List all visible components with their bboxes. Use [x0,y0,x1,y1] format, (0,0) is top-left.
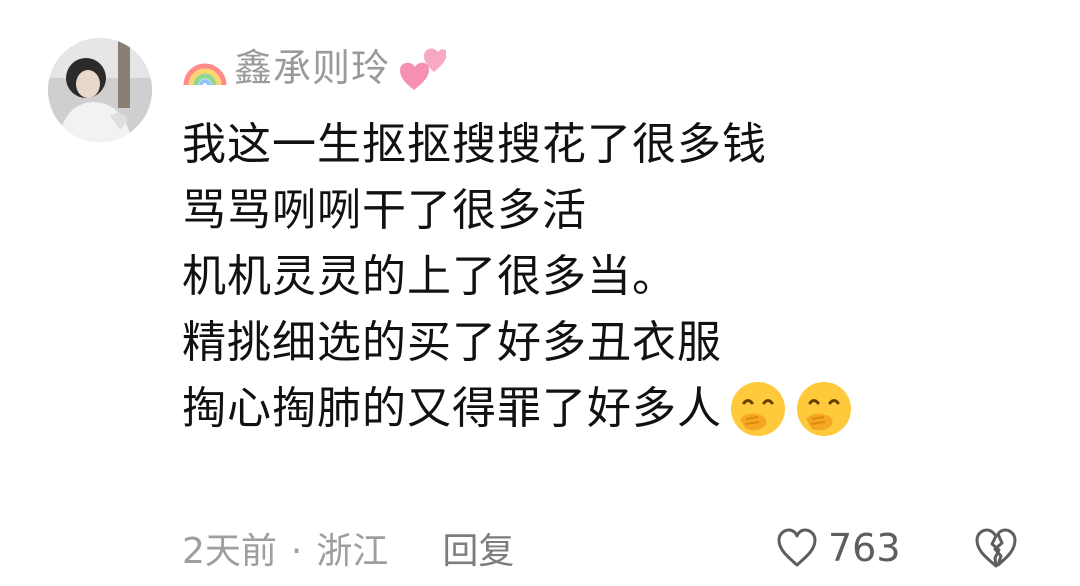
like-count: 763 [828,526,901,570]
username[interactable]: 鑫承则玲 [234,40,390,96]
comment-location: 浙江 [316,531,389,572]
reply-button[interactable]: 回复 [442,522,514,574]
avatar[interactable] [48,38,152,142]
comment-time: 2天前 [182,531,277,572]
comment-content: 我这一生抠抠搜搜花了很多钱 骂骂咧咧干了很多活 机机灵灵的上了很多当。 精挑细选… [182,112,854,442]
comment-line: 机机灵灵的上了很多当。 [182,251,677,302]
comment-meta: 2天前 · 浙江 [182,522,388,574]
face-with-hand-over-mouth-icon [797,382,851,436]
comment-line-with-emoji: 掏心掏肺的又得罪了好多人 [182,376,854,442]
two-hearts-icon [400,48,447,90]
broken-heart-icon[interactable] [972,524,1020,572]
like-button[interactable]: 763 [774,520,901,576]
comment-item: 鑫承则玲 我这一生抠抠搜搜花了很多钱 骂骂咧咧干了很多活 机机灵灵的上了很多当。… [0,0,1080,586]
comment-line: 精挑细选的买了好多丑衣服 [182,317,722,368]
face-with-hand-over-mouth-icon [731,382,785,436]
username-row: 鑫承则玲 [182,40,447,96]
comment-line: 我这一生抠抠搜搜花了很多钱 [182,119,767,170]
heart-outline-icon [777,528,817,567]
comment-line: 掏心掏肺的又得罪了好多人 [182,383,722,434]
rainbow-icon [183,63,227,86]
comment-footer: 2天前 · 浙江 回复 763 [182,520,1042,576]
comment-line: 骂骂咧咧干了很多活 [182,185,587,236]
separator-dot: · [290,531,303,572]
